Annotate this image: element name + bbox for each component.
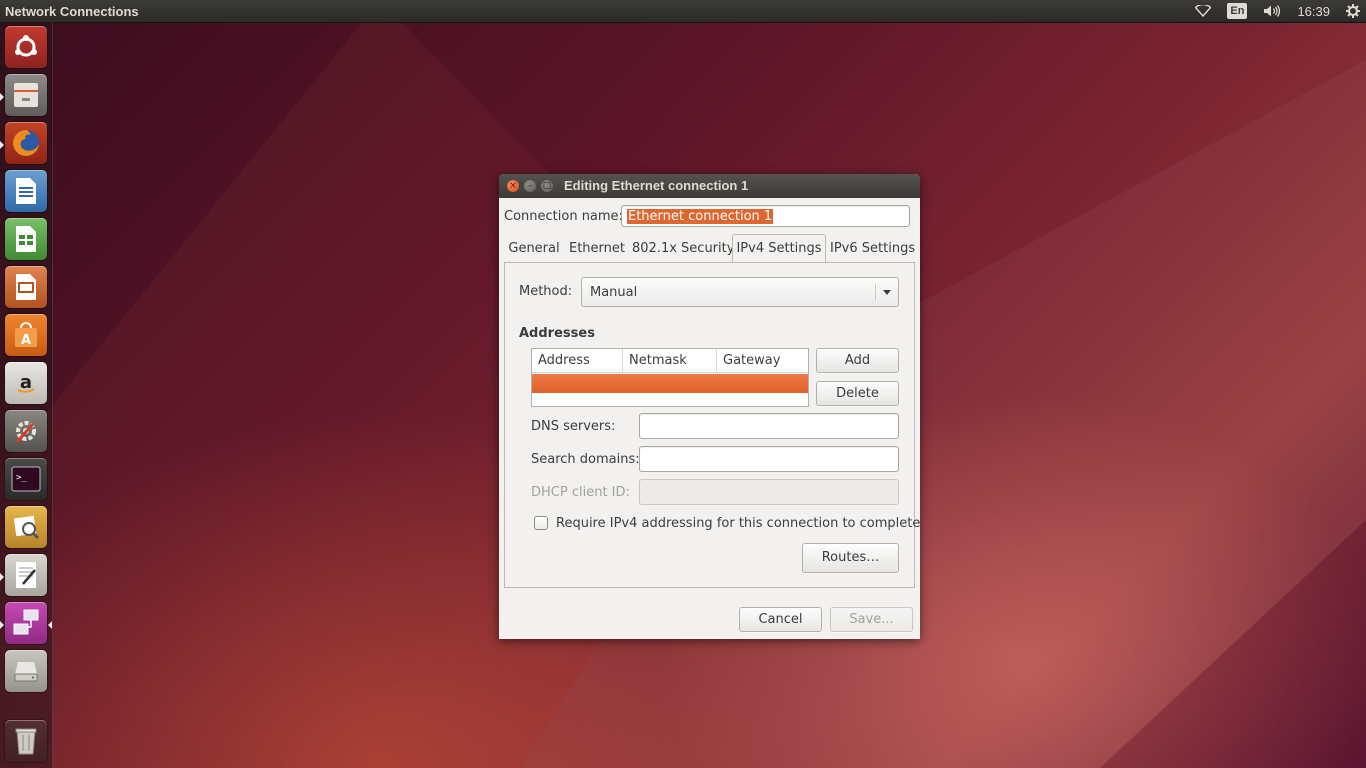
add-button[interactable]: Add (816, 348, 899, 373)
svg-text:>_: >_ (16, 473, 27, 483)
active-window-title: Network Connections (5, 3, 139, 19)
maximize-icon[interactable]: □ (541, 180, 553, 192)
clock[interactable]: 16:39 (1289, 0, 1338, 22)
delete-button[interactable]: Delete (816, 381, 899, 406)
libreoffice-calc-icon[interactable] (5, 218, 47, 260)
terminal-icon[interactable]: >_ (5, 458, 47, 500)
dialog-titlebar[interactable]: × – □ Editing Ethernet connection 1 (499, 174, 920, 198)
chevron-down-icon (883, 290, 891, 295)
close-icon[interactable]: × (507, 180, 519, 192)
network-connections-icon[interactable] (5, 602, 47, 644)
tab-8021x-security[interactable]: 802.1x Security (632, 236, 734, 262)
method-value: Manual (590, 285, 638, 300)
firefox-icon[interactable] (5, 122, 47, 164)
launcher: A a >_ (0, 22, 53, 768)
column-header-netmask[interactable]: Netmask (623, 349, 717, 373)
image-viewer-icon[interactable] (5, 506, 47, 548)
connection-name-label: Connection name: (504, 209, 623, 224)
require-ipv4-checkbox[interactable] (534, 516, 548, 530)
amazon-icon[interactable]: a (5, 362, 47, 404)
cancel-button[interactable]: Cancel (739, 607, 822, 632)
dns-servers-label: DNS servers: (531, 419, 616, 434)
table-row[interactable] (532, 374, 808, 393)
text-editor-icon[interactable] (5, 554, 47, 596)
tab-general[interactable]: General (506, 236, 562, 262)
indicator-tray: En 16:39 (1187, 0, 1366, 22)
addresses-title: Addresses (519, 326, 595, 341)
files-icon[interactable] (5, 74, 47, 116)
wifi-icon[interactable] (1187, 0, 1219, 22)
system-settings-icon[interactable] (5, 410, 47, 452)
connection-name-field[interactable]: Ethernet connection 1 (621, 205, 910, 227)
ubuntu-dash-icon[interactable] (5, 26, 47, 68)
edit-connection-dialog: × – □ Editing Ethernet connection 1 Conn… (499, 174, 920, 639)
routes-button[interactable]: Routes… (802, 543, 899, 573)
search-domains-field[interactable] (639, 446, 899, 472)
dropdown-separator (875, 284, 876, 301)
search-domains-label: Search domains: (531, 452, 640, 467)
libreoffice-impress-icon[interactable] (5, 266, 47, 308)
save-button: Save... (830, 607, 913, 632)
top-panel: Network Connections En 16:39 (0, 0, 1366, 22)
drive-icon[interactable] (5, 650, 47, 692)
require-ipv4-label[interactable]: Require IPv4 addressing for this connect… (556, 516, 920, 531)
keyboard-layout-indicator[interactable]: En (1219, 0, 1255, 22)
libreoffice-writer-icon[interactable] (5, 170, 47, 212)
volume-icon[interactable] (1255, 0, 1289, 22)
gear-icon[interactable] (1338, 0, 1366, 22)
dhcp-client-id-label: DHCP client ID: (531, 485, 630, 500)
dialog-title: Editing Ethernet connection 1 (564, 178, 749, 193)
svg-text:A: A (21, 333, 31, 348)
column-header-address[interactable]: Address (532, 349, 623, 373)
dns-servers-field[interactable] (639, 413, 899, 439)
tab-ipv4-settings[interactable]: IPv4 Settings (732, 234, 826, 262)
method-label: Method: (519, 284, 573, 299)
addresses-table[interactable]: Address Netmask Gateway (531, 348, 809, 407)
tab-ethernet[interactable]: Ethernet (566, 236, 628, 262)
connection-name-value: Ethernet connection 1 (627, 209, 774, 224)
column-header-gateway[interactable]: Gateway (717, 349, 808, 373)
tab-ipv6-settings[interactable]: IPv6 Settings (830, 236, 915, 262)
software-center-icon[interactable]: A (5, 314, 47, 356)
minimize-icon[interactable]: – (524, 180, 536, 192)
dhcp-client-id-field (639, 479, 899, 505)
trash-icon[interactable] (5, 720, 47, 762)
method-dropdown[interactable]: Manual (581, 277, 899, 307)
keyboard-layout-label: En (1227, 3, 1248, 19)
